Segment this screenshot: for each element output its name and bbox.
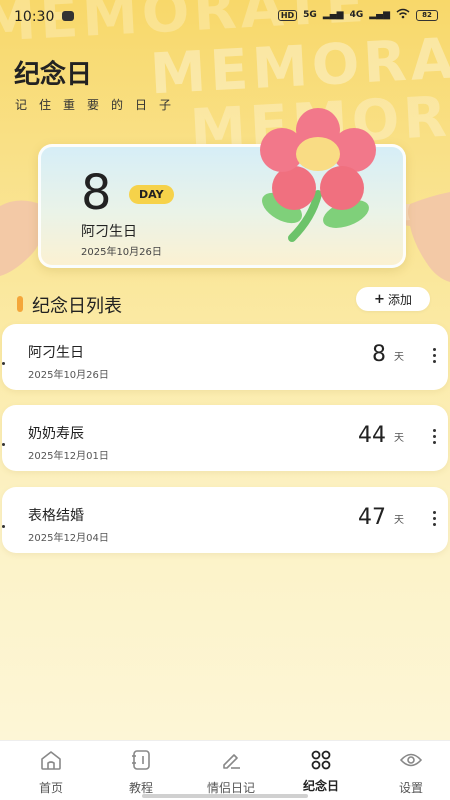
signal-bars-icon: ▂▄▆ [369,10,390,20]
nav-label: 首页 [38,781,63,795]
home-icon [39,749,63,771]
featured-anniversary-name: 阿刁生日 [81,224,137,240]
signal-5g: 5G [303,10,317,20]
featured-days-count: 8 [81,165,112,221]
anniversary-date: 2025年12月01日 [28,451,109,462]
anniversary-date: 2025年10月26日 [28,370,109,381]
status-indicators: HD 5G ▂▄▆ 4G ▂▄▆ 82 [277,8,438,22]
home-indicator [142,794,308,798]
page-title: 纪念日 [14,60,93,90]
flower-icon [250,108,400,248]
settings-icon [399,749,423,771]
signal-4g: 4G [349,10,364,20]
status-time: 10:30 [14,9,55,25]
list-item[interactable]: 阿刁生日 2025年10月26日 8 天 [2,324,448,390]
days-count: 8 [372,342,386,367]
day-badge: DAY [129,185,174,204]
anniversary-name: 奶奶寿辰 [28,426,84,442]
hd-indicator: HD [277,9,298,21]
status-bar: 10:30 HD 5G ▂▄▆ 4G ▂▄▆ 82 [0,0,450,32]
battery-indicator: 82 [416,9,438,21]
list-item[interactable]: 奶奶寿辰 2025年12月01日 44 天 [2,405,448,471]
nav-label: 纪念日 [302,779,339,793]
nav-label: 设置 [398,781,423,795]
bottom-navigation: 首页 教程 情侣日记 纪念日 设置 [0,740,450,800]
more-options-icon[interactable] [426,507,442,529]
nav-item-tutorial[interactable]: 教程 [96,741,186,800]
more-options-icon[interactable] [426,344,442,366]
days-unit: 天 [394,352,404,363]
section-accent-bar [17,296,23,312]
pen-icon [219,749,243,771]
days-count: 44 [358,423,386,448]
add-button-label: 添加 [387,292,412,307]
days-unit: 天 [394,433,404,444]
notification-icon [62,11,74,21]
nav-item-anniversary[interactable]: 纪念日 [276,741,366,800]
signal-bars-icon: ▂▄▆ [322,10,344,20]
list-item[interactable]: 表格结婚 2025年12月04日 47 天 [2,487,448,553]
plus-icon: + [374,291,385,307]
days-unit: 天 [394,515,404,526]
bullet-dot [2,362,5,365]
add-anniversary-button[interactable]: + 添加 [356,287,430,311]
anniversary-name: 阿刁生日 [28,345,84,361]
anniversary-date: 2025年12月04日 [28,533,109,544]
nav-item-settings[interactable]: 设置 [366,741,450,800]
featured-anniversary-date: 2025年10月26日 [81,247,162,258]
bullet-dot [2,443,5,446]
more-options-icon[interactable] [426,425,442,447]
anniversary-name: 表格结婚 [28,508,84,524]
page-subtitle: 记住重要的日子 [15,98,184,112]
nav-item-diary[interactable]: 情侣日记 [186,741,276,800]
days-count: 47 [358,505,386,530]
nav-item-home[interactable]: 首页 [6,741,96,800]
grid-icon [309,749,333,771]
bullet-dot [2,525,5,528]
wifi-icon [396,8,410,22]
notebook-icon [129,749,153,771]
section-title: 纪念日列表 [32,296,122,317]
